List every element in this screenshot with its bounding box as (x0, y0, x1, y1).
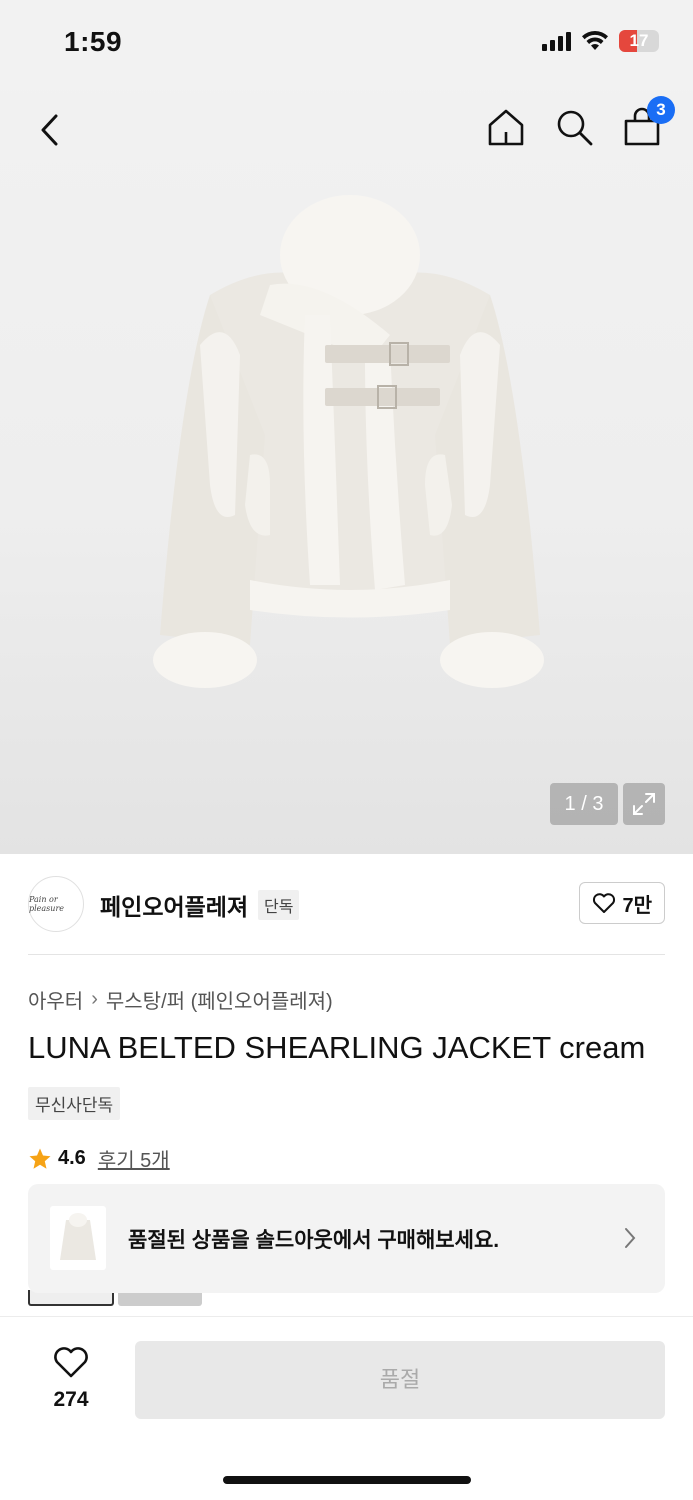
reviews-link[interactable]: 후기 5개 (98, 1144, 170, 1173)
brand-like-button[interactable]: 7만 (579, 882, 665, 924)
breadcrumb: 아우터 › 무스탕/퍼 (페인오어플레져) (28, 985, 333, 1014)
product-image (153, 195, 544, 688)
rating-row: 4.6 후기 5개 (28, 1144, 170, 1173)
status-bar: 1:59 17 (0, 0, 693, 90)
star-icon (29, 1148, 51, 1169)
bottom-bar: 274 품절 (0, 1316, 693, 1500)
soldout-button[interactable]: 품절 (135, 1341, 665, 1419)
exclusive-tag: 단독 (258, 890, 300, 920)
product-gallery[interactable]: 3 1 / 3 (0, 0, 693, 854)
brand-like-count: 7만 (622, 894, 652, 917)
expand-icon (633, 793, 655, 815)
home-indicator (223, 1476, 471, 1484)
signal-icon (542, 31, 571, 51)
banner-thumbnail (50, 1206, 106, 1270)
breadcrumb-category[interactable]: 아우터 (28, 985, 83, 1014)
wishlist-count: 274 (53, 1388, 89, 1411)
product-title: LUNA BELTED SHEARLING JACKET cream (28, 1030, 646, 1065)
rating-score: 4.6 (58, 1147, 86, 1169)
status-icons: 17 (542, 30, 659, 52)
brand-row: Pain or pleasure 페인오어플레져 단독 7만 (28, 876, 665, 932)
soldout-banner[interactable]: 품절된 상품을 솔드아웃에서 구매해보세요. (28, 1184, 665, 1293)
heart-icon (593, 893, 616, 913)
battery-level: 17 (629, 31, 649, 50)
exclusive-badge: 무신사단독 (28, 1087, 121, 1120)
heart-icon (54, 1347, 88, 1378)
cart-button[interactable]: 3 (621, 96, 675, 148)
gallery-pager: 1 / 3 (550, 783, 618, 825)
wishlist-button[interactable]: 274 (40, 1345, 102, 1412)
chevron-right-icon: › (91, 988, 98, 1010)
brand-name[interactable]: 페인오어플레져 (100, 888, 248, 922)
home-icon[interactable] (485, 106, 527, 148)
chevron-right-icon (625, 1228, 636, 1248)
top-nav: 3 (0, 96, 693, 160)
brand-logo[interactable]: Pain or pleasure (28, 876, 84, 932)
status-time: 1:59 (64, 26, 123, 57)
back-icon[interactable] (30, 108, 70, 152)
breadcrumb-subcategory[interactable]: 무스탕/퍼 (페인오어플레져) (106, 985, 333, 1014)
banner-message: 품절된 상품을 솔드아웃에서 구매해보세요. (128, 1229, 500, 1252)
divider (28, 954, 665, 955)
wifi-icon (582, 30, 608, 50)
battery-icon: 17 (619, 30, 659, 52)
cart-count-badge: 3 (647, 96, 675, 124)
search-icon[interactable] (553, 106, 595, 148)
expand-button[interactable] (623, 783, 665, 825)
